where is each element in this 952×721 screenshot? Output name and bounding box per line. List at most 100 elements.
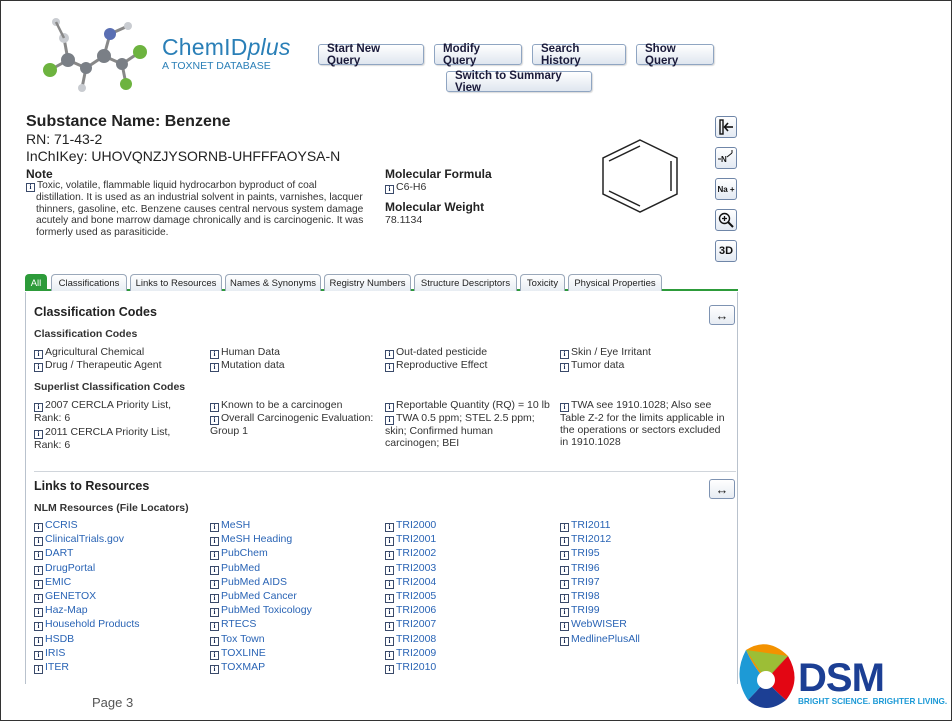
switch-summary-view-button[interactable]: Switch to Summary View bbox=[446, 70, 592, 94]
resource-link[interactable]: i TRI2010 bbox=[385, 661, 436, 674]
resource-link[interactable]: i CCRIS bbox=[34, 519, 78, 532]
resource-link[interactable]: i TRI98 bbox=[560, 590, 600, 603]
resource-link[interactable]: i TRI99 bbox=[560, 604, 600, 618]
modify-query-button[interactable]: Modify Query bbox=[434, 43, 522, 67]
resource-link[interactable]: i PubMed Cancer bbox=[210, 590, 297, 603]
expand-links-button[interactable]: ↔ bbox=[709, 479, 735, 499]
info-icon[interactable]: i bbox=[210, 608, 219, 618]
info-icon[interactable]: i bbox=[560, 594, 569, 603]
info-icon[interactable]: i bbox=[385, 363, 394, 372]
info-icon[interactable]: i bbox=[385, 565, 394, 575]
zoom-in-icon[interactable] bbox=[715, 209, 737, 231]
info-icon[interactable]: i bbox=[34, 350, 43, 359]
tab-registry-numbers[interactable]: Registry Numbers bbox=[324, 274, 411, 291]
resource-link[interactable]: i GENETOX bbox=[34, 590, 96, 603]
resource-link[interactable]: i PubChem bbox=[210, 547, 268, 561]
info-icon[interactable]: i bbox=[34, 363, 43, 372]
resource-link[interactable]: i EMIC bbox=[34, 576, 71, 589]
resource-link[interactable]: i TRI2007 bbox=[385, 618, 436, 632]
info-icon[interactable]: i bbox=[210, 350, 219, 359]
info-icon[interactable]: i bbox=[385, 608, 394, 618]
info-icon[interactable]: i bbox=[210, 551, 219, 561]
resource-link[interactable]: i TRI2000 bbox=[385, 519, 436, 532]
resource-link[interactable]: i TRI2012 bbox=[560, 533, 611, 547]
resource-link[interactable]: i PubMed AIDS bbox=[210, 576, 287, 589]
resource-link[interactable]: i ClinicalTrials.gov bbox=[34, 533, 124, 547]
info-icon[interactable]: i bbox=[34, 622, 43, 632]
resource-link[interactable]: i MedlinePlusAll bbox=[560, 633, 640, 646]
info-icon[interactable]: i bbox=[385, 551, 394, 561]
export-structure-icon[interactable] bbox=[715, 116, 737, 138]
info-icon[interactable]: i bbox=[560, 565, 569, 575]
info-icon[interactable]: i bbox=[34, 608, 43, 618]
start-new-query-button[interactable]: Start New Query bbox=[318, 43, 424, 67]
resource-link[interactable]: i TRI2001 bbox=[385, 533, 436, 547]
info-icon[interactable]: i bbox=[560, 636, 569, 646]
info-icon[interactable]: i bbox=[560, 537, 569, 547]
resource-link[interactable]: i TRI2009 bbox=[385, 647, 436, 660]
info-icon[interactable]: i bbox=[34, 665, 43, 674]
info-icon[interactable]: i bbox=[34, 650, 43, 660]
tab-physical-properties[interactable]: Physical Properties bbox=[568, 274, 662, 291]
info-icon[interactable]: i bbox=[385, 579, 394, 589]
info-icon[interactable]: i bbox=[210, 403, 219, 412]
resource-link[interactable]: i Haz-Map bbox=[34, 604, 88, 618]
resource-link[interactable]: i DrugPortal bbox=[34, 562, 95, 575]
info-icon[interactable]: i bbox=[210, 594, 219, 603]
info-icon[interactable]: i bbox=[210, 579, 219, 589]
info-icon[interactable]: i bbox=[34, 565, 43, 575]
tab-all[interactable]: All bbox=[25, 274, 47, 291]
info-icon[interactable]: i bbox=[560, 523, 569, 532]
info-icon[interactable]: i bbox=[210, 636, 219, 646]
info-icon[interactable]: i bbox=[560, 350, 569, 359]
info-icon[interactable]: i bbox=[34, 537, 43, 547]
resource-link[interactable]: i RTECS bbox=[210, 618, 256, 632]
info-icon[interactable]: i bbox=[26, 183, 35, 192]
resource-link[interactable]: i TOXLINE bbox=[210, 647, 266, 660]
info-icon[interactable]: i bbox=[385, 523, 394, 532]
info-icon[interactable]: i bbox=[210, 650, 219, 660]
info-icon[interactable]: i bbox=[210, 665, 219, 674]
resource-link[interactable]: i MeSH Heading bbox=[210, 533, 292, 547]
info-icon[interactable]: i bbox=[385, 537, 394, 547]
resource-link[interactable]: i HSDB bbox=[34, 633, 74, 646]
info-icon[interactable]: i bbox=[560, 363, 569, 372]
info-icon[interactable]: i bbox=[34, 579, 43, 589]
show-query-button[interactable]: Show Query bbox=[636, 43, 714, 67]
salt-na-icon[interactable]: Na + bbox=[715, 178, 737, 200]
resource-link[interactable]: i TRI2006 bbox=[385, 604, 436, 618]
resource-link[interactable]: i PubMed bbox=[210, 562, 260, 575]
info-icon[interactable]: i bbox=[560, 551, 569, 561]
info-icon[interactable]: i bbox=[385, 622, 394, 632]
info-icon[interactable]: i bbox=[210, 363, 219, 372]
resource-link[interactable]: i TRI2003 bbox=[385, 562, 436, 575]
expand-classification-button[interactable]: ↔ bbox=[709, 305, 735, 325]
info-icon[interactable]: i bbox=[385, 594, 394, 603]
resource-link[interactable]: i WebWISER bbox=[560, 618, 627, 632]
resource-link[interactable]: i TRI2005 bbox=[385, 590, 436, 603]
info-icon[interactable]: i bbox=[210, 523, 219, 532]
info-icon[interactable]: i bbox=[34, 430, 43, 439]
resource-link[interactable]: i TRI2008 bbox=[385, 633, 436, 646]
info-icon[interactable]: i bbox=[385, 636, 394, 646]
resource-link[interactable]: i TRI96 bbox=[560, 562, 600, 575]
resource-link[interactable]: i IRIS bbox=[34, 647, 65, 660]
info-icon[interactable]: i bbox=[34, 594, 43, 603]
info-icon[interactable]: i bbox=[385, 350, 394, 359]
view-3d-button[interactable]: 3D bbox=[715, 240, 737, 262]
info-icon[interactable]: i bbox=[385, 403, 394, 412]
info-icon[interactable]: i bbox=[34, 636, 43, 646]
resource-link[interactable]: i TRI2002 bbox=[385, 547, 436, 561]
info-icon[interactable]: i bbox=[385, 416, 394, 425]
info-icon[interactable]: i bbox=[34, 551, 43, 561]
tab-names-synonyms[interactable]: Names & Synonyms bbox=[225, 274, 321, 291]
resource-link[interactable]: i TOXMAP bbox=[210, 661, 265, 674]
info-icon[interactable]: i bbox=[560, 622, 569, 632]
tab-structure-descriptors[interactable]: Structure Descriptors bbox=[414, 274, 517, 291]
tab-toxicity[interactable]: Toxicity bbox=[520, 274, 565, 291]
info-icon[interactable]: i bbox=[560, 608, 569, 618]
resource-link[interactable]: i PubMed Toxicology bbox=[210, 604, 312, 618]
info-icon[interactable]: i bbox=[560, 403, 569, 412]
info-icon[interactable]: i bbox=[560, 579, 569, 589]
info-icon[interactable]: i bbox=[385, 665, 394, 674]
